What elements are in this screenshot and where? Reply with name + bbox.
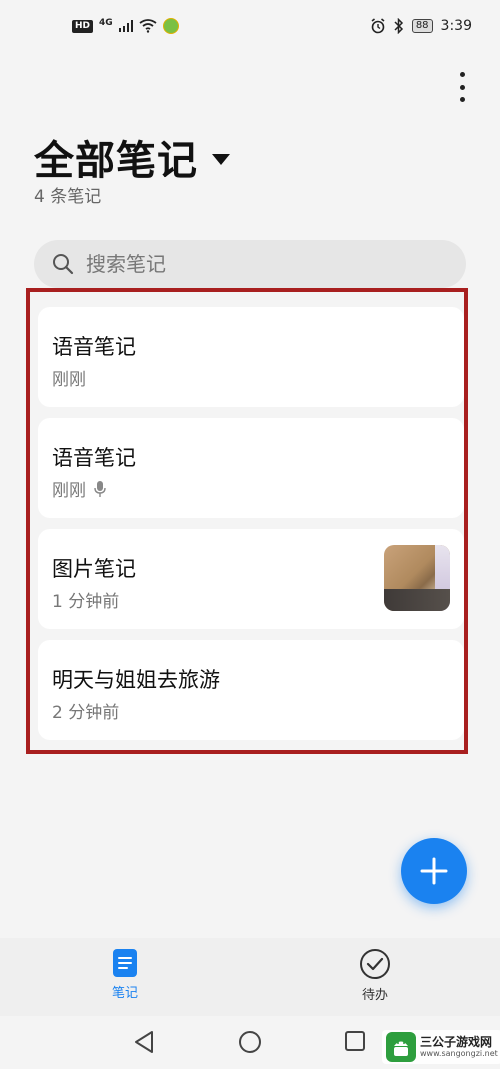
note-title: 语音笔记 bbox=[52, 446, 136, 470]
wifi-icon bbox=[139, 19, 157, 33]
note-title: 图片笔记 bbox=[52, 557, 136, 581]
tab-label: 笔记 bbox=[111, 986, 138, 1001]
home-icon[interactable] bbox=[238, 1030, 262, 1054]
bluetooth-icon bbox=[394, 18, 403, 34]
note-meta: 2 分钟前 bbox=[52, 698, 119, 723]
note-time: 1 分钟前 bbox=[52, 592, 120, 612]
notes-icon bbox=[113, 949, 137, 977]
note-time: 2 分钟前 bbox=[52, 703, 120, 723]
status-right: 88 3:39 bbox=[370, 18, 472, 34]
battery-indicator: 88 bbox=[411, 19, 433, 33]
note-meta: 刚刚 bbox=[52, 476, 106, 501]
network-label: 4G bbox=[99, 18, 113, 28]
note-list: 语音笔记 刚刚 语音笔记 刚刚 图片笔记 1 分钟前 明天与姐姐去旅游 2 分钟… bbox=[38, 307, 464, 751]
note-item[interactable]: 明天与姐姐去旅游 2 分钟前 bbox=[38, 640, 464, 740]
note-item[interactable]: 语音笔记 刚刚 bbox=[38, 307, 464, 407]
check-circle-icon bbox=[360, 949, 390, 979]
folder-selector[interactable]: 全部笔记 bbox=[34, 128, 230, 186]
bottom-tab-bar: 笔记 待办 bbox=[0, 938, 500, 1016]
more-options-icon[interactable] bbox=[456, 72, 468, 102]
caret-down-icon bbox=[212, 153, 230, 165]
status-bar: HD 4G 88 3:39 bbox=[0, 0, 500, 60]
recents-icon[interactable] bbox=[344, 1030, 366, 1052]
alarm-icon bbox=[371, 18, 385, 34]
note-time: 刚刚 bbox=[52, 370, 86, 390]
signal-icon bbox=[118, 20, 133, 32]
android-logo-icon bbox=[386, 1032, 416, 1062]
note-title: 语音笔记 bbox=[52, 335, 136, 359]
tab-todo[interactable]: 待办 bbox=[325, 948, 425, 1003]
tab-label: 待办 bbox=[361, 988, 388, 1003]
note-time: 刚刚 bbox=[52, 481, 86, 501]
watermark: 三公子游戏网 www.sangongzi.net bbox=[382, 1030, 500, 1064]
plus-icon bbox=[420, 857, 448, 885]
tab-notes[interactable]: 笔记 bbox=[75, 948, 175, 1001]
note-meta: 刚刚 bbox=[52, 365, 86, 390]
add-note-button[interactable] bbox=[401, 838, 467, 904]
note-title: 明天与姐姐去旅游 bbox=[52, 668, 220, 692]
watermark-url: www.sangongzi.net bbox=[420, 1049, 498, 1058]
note-meta: 1 分钟前 bbox=[52, 587, 119, 612]
search-bar[interactable] bbox=[34, 240, 466, 288]
status-left: HD 4G bbox=[72, 18, 179, 34]
microphone-icon bbox=[94, 480, 106, 497]
hd-badge: HD bbox=[72, 19, 94, 33]
page-title: 全部笔记 bbox=[34, 138, 198, 184]
note-item[interactable]: 图片笔记 1 分钟前 bbox=[38, 529, 464, 629]
note-item[interactable]: 语音笔记 刚刚 bbox=[38, 418, 464, 518]
back-icon[interactable] bbox=[133, 1030, 155, 1054]
search-icon bbox=[53, 254, 74, 275]
image-thumbnail bbox=[384, 545, 450, 611]
clock: 3:39 bbox=[440, 18, 472, 34]
app-notification-icon bbox=[162, 18, 179, 34]
note-count: 4 条笔记 bbox=[34, 187, 102, 207]
search-input[interactable] bbox=[84, 251, 428, 277]
watermark-title: 三公子游戏网 bbox=[420, 1035, 493, 1049]
